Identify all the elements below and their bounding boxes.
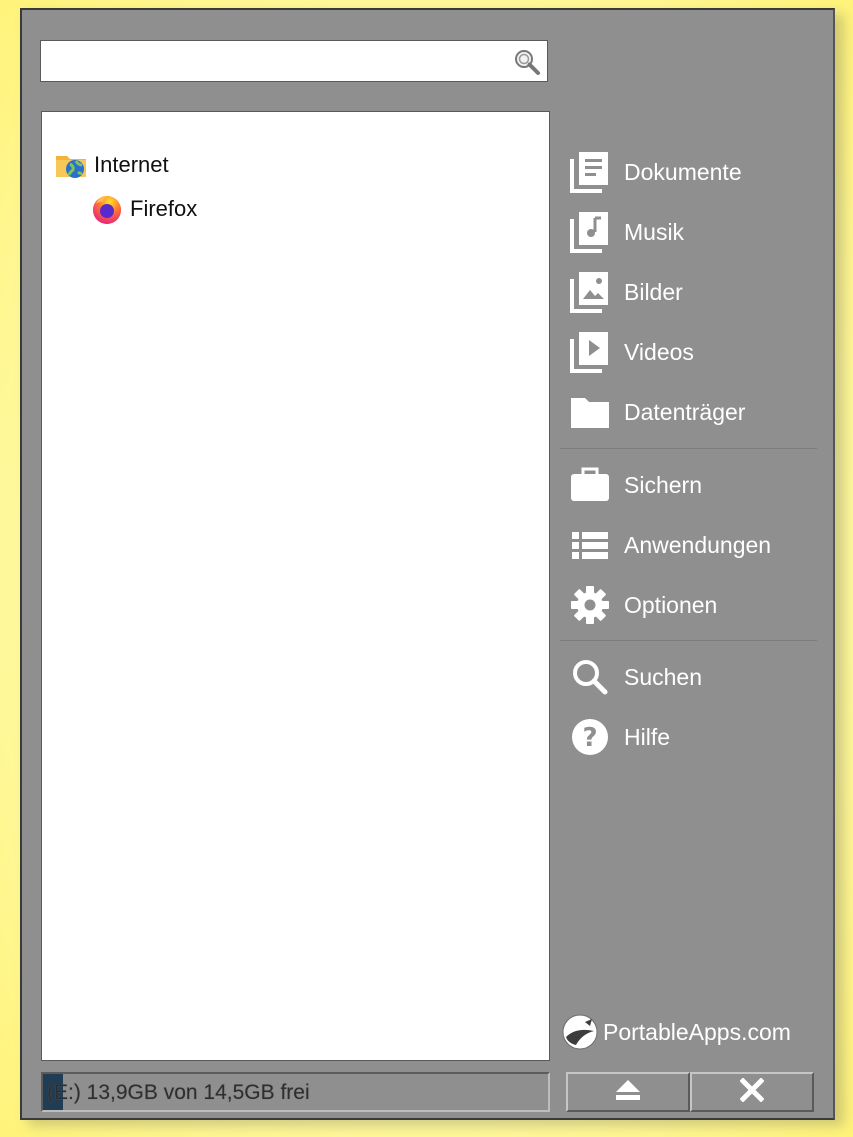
tree-item-firefox[interactable]: Firefox [90, 192, 197, 226]
sidebar-item-dokumente[interactable]: Dokumente [570, 148, 820, 196]
sidebar-item-suchen[interactable]: Suchen [570, 653, 820, 701]
sidebar-item-datentraeger[interactable]: Datenträger [570, 388, 820, 436]
documents-icon [570, 151, 610, 193]
magnifier-search-icon[interactable] [513, 48, 541, 76]
portableapps-menu-window: Internet Firefox Dokumente Musik Bilder … [20, 8, 835, 1120]
help-icon: ? [570, 716, 610, 758]
sidebar-divider [560, 448, 817, 449]
folder-icon [570, 391, 610, 433]
sidebar-item-anwendungen[interactable]: Anwendungen [570, 521, 820, 569]
sidebar-item-label: Suchen [624, 663, 703, 690]
drive-space-text: (E:) 13,9GB von 14,5GB frei [47, 1081, 310, 1104]
sidebar-item-label: Anwendungen [624, 531, 772, 558]
sidebar-item-musik[interactable]: Musik [570, 208, 820, 256]
search-input[interactable] [40, 40, 548, 82]
sidebar-item-label: Bilder [624, 278, 683, 305]
close-icon [739, 1076, 765, 1107]
sidebar-item-videos[interactable]: Videos [570, 328, 820, 376]
tree-item-label: Firefox [130, 196, 198, 221]
internet-folder-icon [54, 148, 88, 182]
sidebar-item-label: Musik [624, 218, 685, 245]
videos-icon [570, 331, 610, 373]
drive-space-bar: (E:) 13,9GB von 14,5GB frei [41, 1072, 550, 1112]
portableapps-logo[interactable]: PortableApps.com [561, 1013, 791, 1051]
search-icon [570, 656, 610, 698]
app-list-panel[interactable]: Internet Firefox [41, 111, 550, 1061]
sidebar-item-sichern[interactable]: Sichern [570, 461, 820, 509]
list-icon [570, 524, 610, 566]
sidebar-item-label: Videos [624, 338, 694, 365]
portableapps-logo-icon [561, 1013, 599, 1051]
brand-text: PortableApps.com [603, 1018, 791, 1045]
sidebar-item-label: Datenträger [624, 398, 746, 425]
music-icon [570, 211, 610, 253]
eject-button[interactable] [566, 1072, 690, 1112]
briefcase-icon [570, 464, 610, 506]
tree-category-internet[interactable]: Internet [54, 148, 169, 182]
sidebar-divider [560, 640, 817, 641]
pictures-icon [570, 271, 610, 313]
sidebar-item-label: Hilfe [624, 723, 671, 750]
sidebar-item-hilfe[interactable]: ? Hilfe [570, 713, 820, 761]
sidebar-item-label: Sichern [624, 471, 702, 498]
eject-icon [615, 1079, 641, 1106]
sidebar-item-optionen[interactable]: Optionen [570, 581, 820, 629]
sidebar-item-bilder[interactable]: Bilder [570, 268, 820, 316]
firefox-icon [90, 192, 124, 226]
svg-text:?: ? [582, 723, 597, 753]
close-button[interactable] [690, 1072, 814, 1112]
sidebar-item-label: Optionen [624, 591, 718, 618]
tree-category-label: Internet [94, 152, 169, 177]
sidebar-item-label: Dokumente [624, 158, 742, 185]
gear-icon [570, 584, 610, 626]
